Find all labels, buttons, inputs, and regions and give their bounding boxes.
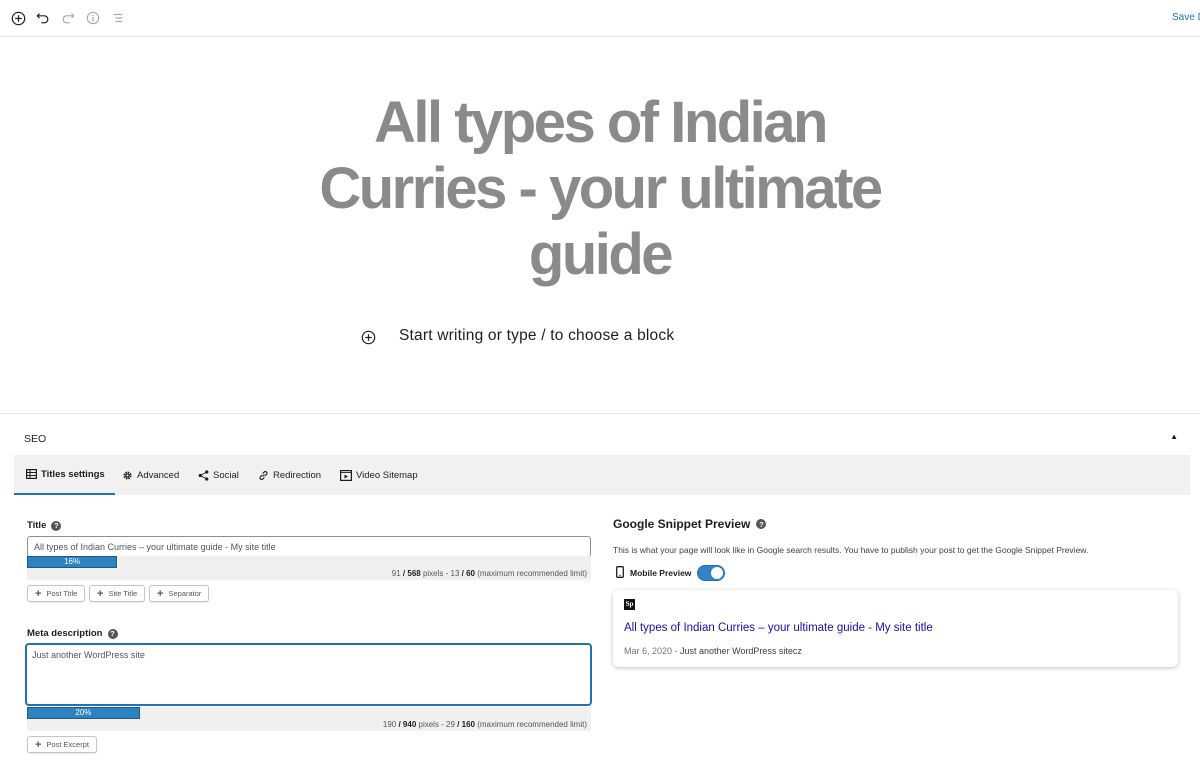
meta-pixels: 190 [382,720,397,729]
meta-limit-note: (maximum recommended limit) [474,720,587,729]
plus-icon: + [35,738,42,751]
tab-advanced[interactable]: Advanced [122,455,179,495]
tab-video-sitemap[interactable]: Video Sitemap [340,455,418,495]
favicon-icon: Sp [624,599,635,610]
undo-icon[interactable] [33,8,53,28]
meta-progress-meta: 190 / 940 pixels - 29 / 160 (maximum rec… [383,720,587,729]
title-pixels-limit: / 568 [402,569,421,578]
help-icon[interactable]: ? [107,628,118,639]
title-chars-limit: / 60 [461,569,475,578]
meta-label-text: Meta description [27,628,103,639]
editor-toolbar: Save Draft [0,0,1200,37]
tab-label: Redirection [273,469,322,481]
gear-icon [122,470,133,481]
title-pixels: 91 [391,569,401,578]
title-field-label: Title ? [27,520,62,531]
info-icon[interactable] [83,8,103,28]
table-icon [26,469,37,479]
block-placeholder[interactable]: Start writing or type / to choose a bloc… [399,327,674,345]
tab-label: Titles settings [41,468,105,480]
add-post-excerpt-button[interactable]: + Post Excerpt [27,736,97,753]
save-draft-button[interactable]: Save Draft [1172,12,1200,23]
mobile-preview-row: Mobile Preview [616,565,726,581]
meta-progress-bar: 20% [27,707,140,719]
link-icon [258,470,269,481]
tab-label: Advanced [137,469,180,481]
title-label-text: Title [27,520,47,531]
toggle-knob [711,567,724,579]
tag-label: Site Title [108,589,138,598]
tab-redirection[interactable]: Redirection [258,455,321,495]
snippet-body: Just another WordPress sitecz [680,646,802,656]
snippet-description: This is what your page will look like in… [613,545,1089,555]
snippet-link[interactable]: All types of Indian Curries – your ultim… [624,622,933,634]
post-title[interactable]: All types of Indian Curries - your ultim… [280,90,920,288]
snippet-card: Sp All types of Indian Curries – your ul… [613,590,1178,667]
meta-description-textarea[interactable]: Just another WordPress site [26,644,591,705]
meta-chars-limit: / 160 [457,720,475,729]
title-chars: pixels - 13 [420,569,462,578]
tag-label: Separator [168,589,202,598]
help-icon[interactable]: ? [756,519,767,529]
mobile-preview-label: Mobile Preview [630,568,692,578]
seo-metabox: SEO ▲ Titles settings Advanced Social Re… [0,413,1200,762]
title-input[interactable]: All types of Indian Curries – your ultim… [27,536,591,557]
title-limit-note: (maximum recommended limit) [474,569,587,578]
tab-titles-settings[interactable]: Titles settings [14,455,115,495]
mobile-phone-icon [616,566,624,580]
meta-progress: 20% 190 / 940 pixels - 29 / 160 (maximum… [27,707,591,731]
add-post-title-button[interactable]: + Post Title [27,585,86,602]
help-icon[interactable]: ? [51,520,62,531]
snippet-heading: Google Snippet Preview ? [613,517,767,531]
seo-tabs: Titles settings Advanced Social Redirect… [14,455,1190,495]
plus-icon: + [157,587,164,600]
tag-label: Post Excerpt [46,740,89,749]
seo-header[interactable]: SEO [24,433,46,445]
redo-icon[interactable] [58,8,78,28]
tab-label: Video Sitemap [356,469,418,481]
video-icon [340,469,352,481]
snippet-heading-text: Google Snippet Preview [613,517,751,531]
title-progress-meta: 91 / 568 pixels - 13 / 60 (maximum recom… [392,569,587,578]
title-progress: 16% 91 / 568 pixels - 13 / 60 (maximum r… [27,556,591,580]
collapse-toggle-icon[interactable]: ▲ [1170,432,1178,441]
tab-social[interactable]: Social [198,455,239,495]
meta-chars: pixels - 29 [416,720,458,729]
plus-icon: + [97,587,104,600]
snippet-text: Mar 6, 2020 - Just another WordPress sit… [624,646,802,656]
add-site-title-button[interactable]: + Site Title [89,585,146,602]
snippet-date: Mar 6, 2020 - [624,646,681,656]
title-progress-bar: 16% [27,556,118,568]
plus-icon: + [35,587,42,600]
share-icon [198,469,209,481]
meta-pixels-limit: / 940 [398,720,417,729]
add-separator-button[interactable]: + Separator [149,585,210,602]
mobile-preview-toggle[interactable] [697,565,726,581]
add-block-icon[interactable] [8,8,28,28]
tag-label: Post Title [46,589,78,598]
meta-description-label: Meta description ? [27,628,118,639]
list-view-icon[interactable] [108,8,128,28]
block-inserter-icon[interactable] [361,330,376,345]
tab-label: Social [213,469,239,481]
